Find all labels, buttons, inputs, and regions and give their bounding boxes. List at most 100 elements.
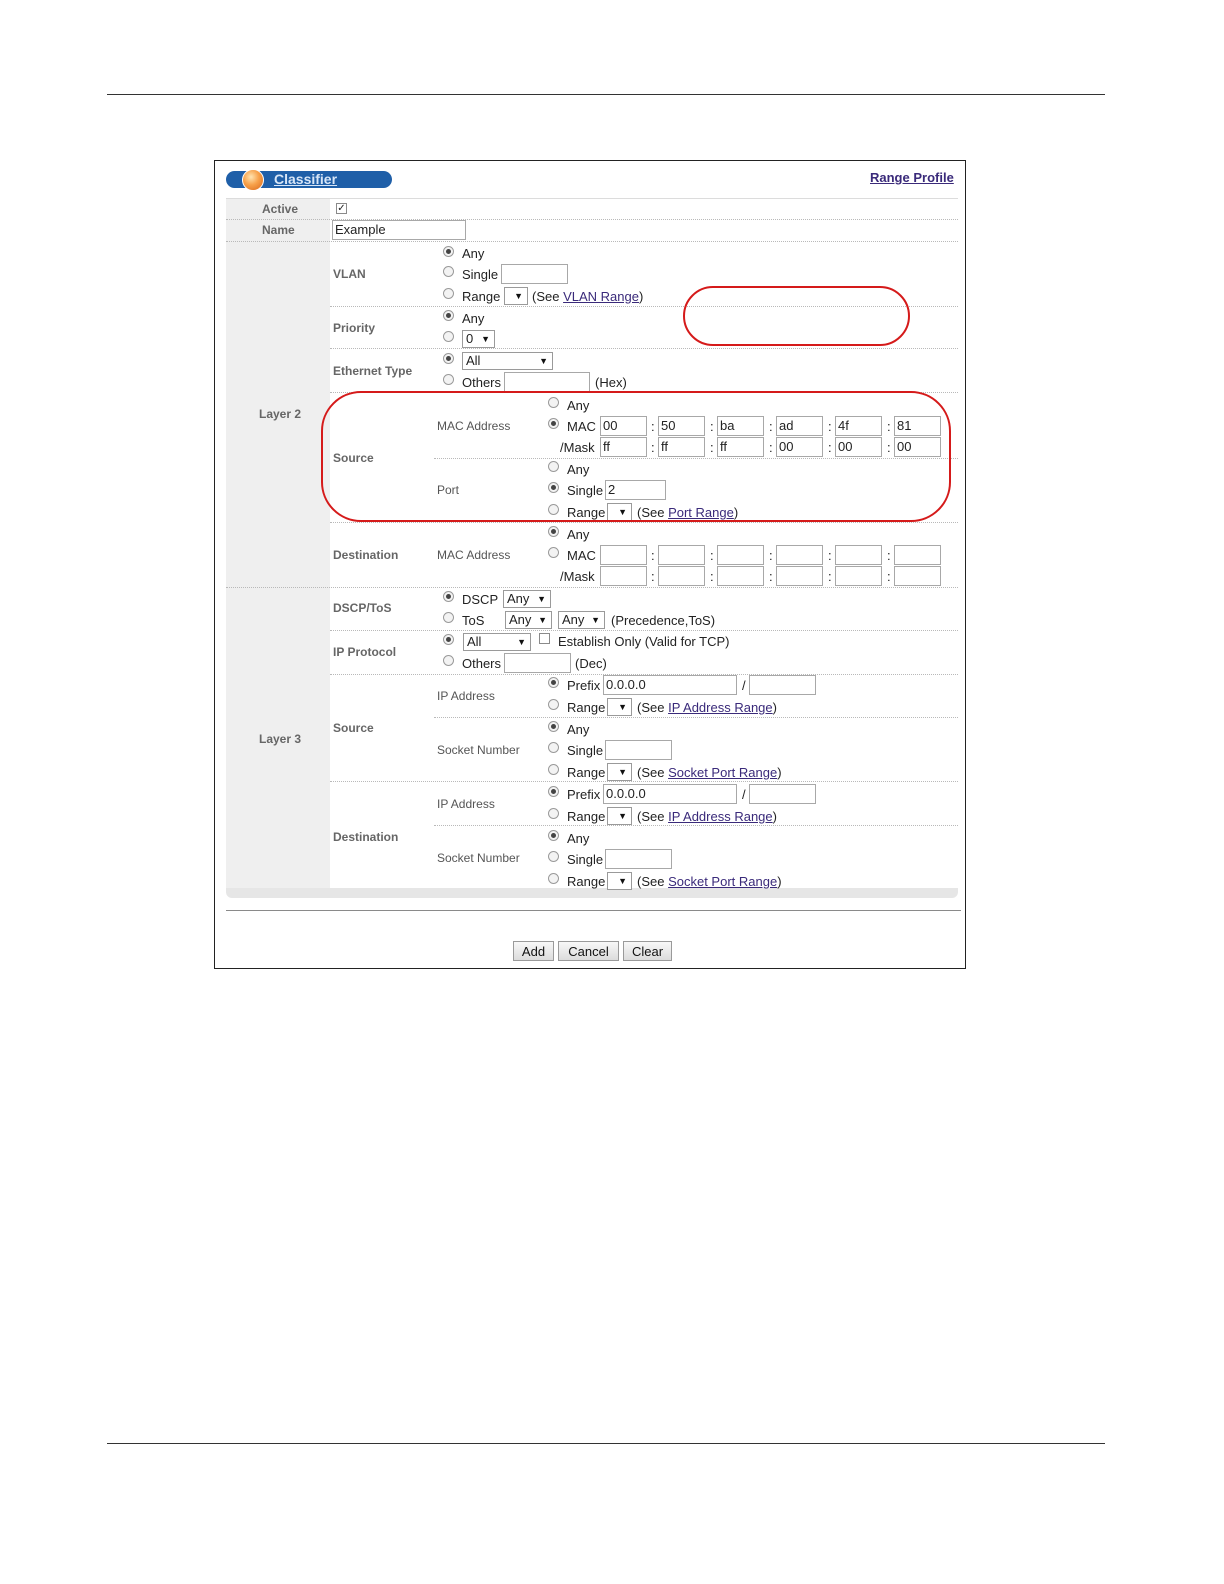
vlan-any-radio[interactable] [443, 246, 454, 257]
row-divider [434, 825, 958, 826]
chevron-down-icon: ▼ [517, 637, 526, 647]
ethertype-select-value: All [466, 353, 481, 368]
dst-mask-octet-2[interactable] [658, 566, 705, 586]
dst-mac-octet-5[interactable] [835, 545, 882, 565]
ethertype-others-label: Others [462, 375, 502, 390]
src-ip-prefix-label: Prefix [567, 678, 601, 693]
dscp-select[interactable]: Any ▼ [503, 590, 551, 608]
dst-mask-octet-5[interactable] [835, 566, 882, 586]
priority-value-radio[interactable] [443, 331, 454, 342]
row-divider [226, 587, 958, 588]
chevron-down-icon: ▼ [618, 876, 627, 886]
src-socket-range-select[interactable]: ▼ [607, 763, 632, 781]
clear-button[interactable]: Clear [623, 941, 672, 961]
src-ip-range-select[interactable]: ▼ [607, 698, 632, 716]
chevron-down-icon: ▼ [514, 291, 523, 301]
vlan-range-select[interactable]: ▼ [504, 287, 528, 305]
dst-mac-octet-3[interactable] [717, 545, 764, 565]
cancel-button[interactable]: Cancel [558, 941, 619, 961]
ethertype-others-radio[interactable] [443, 374, 454, 385]
l2-dest-mac-radio[interactable] [548, 547, 559, 558]
dst-mac-octet-4[interactable] [776, 545, 823, 565]
tos-radio[interactable] [443, 612, 454, 623]
dst-mask-octet-6[interactable] [894, 566, 941, 586]
dst-socket-single-input[interactable] [605, 849, 672, 869]
ethertype-others-input[interactable] [504, 372, 590, 392]
ip-protocol-others-input[interactable] [504, 653, 571, 673]
ethertype-all-radio[interactable] [443, 353, 454, 364]
row-divider [330, 781, 958, 782]
chevron-down-icon: ▼ [618, 767, 627, 777]
dst-ip-range-select[interactable]: ▼ [607, 807, 632, 825]
dst-mac-octet-1[interactable] [600, 545, 647, 565]
src-socket-any-radio[interactable] [548, 721, 559, 732]
name-label: Name [262, 223, 295, 237]
src-ip-mask-input[interactable] [749, 675, 816, 695]
dst-ip-mask-input[interactable] [749, 784, 816, 804]
l3-source-socket-label: Socket Number [437, 743, 520, 757]
dst-ip-address-range-link[interactable]: IP Address Range [668, 809, 773, 824]
vlan-single-input[interactable] [501, 264, 568, 284]
dscp-radio[interactable] [443, 591, 454, 602]
dst-mask-octet-4[interactable] [776, 566, 823, 586]
src-ip-address-range-link[interactable]: IP Address Range [668, 700, 773, 715]
ip-protocol-all-radio[interactable] [443, 634, 454, 645]
src-socket-port-range-link[interactable]: Socket Port Range [668, 765, 777, 780]
vlan-single-radio[interactable] [443, 266, 454, 277]
classifier-orb-icon [242, 169, 264, 191]
dst-ip-range-radio[interactable] [548, 808, 559, 819]
l2-dest-mac-any-label: Any [567, 527, 590, 542]
dst-mac-octet-6[interactable] [894, 545, 941, 565]
tos-precedence-select[interactable]: Any ▼ [505, 611, 552, 629]
ip-protocol-label: IP Protocol [333, 645, 397, 659]
ip-protocol-select[interactable]: All ▼ [463, 633, 531, 651]
dst-mask-octet-1[interactable] [600, 566, 647, 586]
establish-only-checkbox[interactable] [539, 633, 550, 644]
vlan-label: VLAN [333, 267, 366, 281]
ethertype-select[interactable]: All ▼ [462, 352, 553, 370]
src-ip-range-radio[interactable] [548, 699, 559, 710]
dst-socket-range-radio[interactable] [548, 873, 559, 884]
l2-dest-mask-text: /Mask [560, 569, 595, 584]
src-socket-range-radio[interactable] [548, 764, 559, 775]
dst-ip-prefix-radio[interactable] [548, 786, 559, 797]
dst-socket-range-select[interactable]: ▼ [607, 872, 632, 890]
mac-separator: : [710, 548, 714, 563]
src-ip-prefix-input[interactable]: 0.0.0.0 [603, 675, 737, 695]
add-button[interactable]: Add [513, 941, 554, 961]
vlan-single-label: Single [462, 267, 499, 282]
dst-mask-octet-3[interactable] [717, 566, 764, 586]
dst-ip-prefix-input[interactable]: 0.0.0.0 [603, 784, 737, 804]
chevron-down-icon: ▼ [539, 356, 548, 366]
dscp-select-value: Any [507, 591, 530, 606]
row-divider [330, 522, 958, 523]
tos-precedence-value: Any [509, 612, 532, 627]
ethertype-hex-note: (Hex) [595, 375, 627, 390]
dst-socket-any-radio[interactable] [548, 830, 559, 841]
vlan-range-link[interactable]: VLAN Range [563, 289, 639, 304]
priority-any-radio[interactable] [443, 310, 454, 321]
mac-separator: : [828, 548, 832, 563]
l2-destination-label: Destination [333, 548, 399, 562]
src-socket-single-input[interactable] [605, 740, 672, 760]
page-footer-rule [107, 1443, 1105, 1444]
row-divider [330, 348, 958, 349]
dscp-tos-label: DSCP/ToS [333, 601, 392, 615]
l2-dest-mac-any-radio[interactable] [548, 526, 559, 537]
dst-mac-octet-2[interactable] [658, 545, 705, 565]
priority-select-value: 0 [466, 331, 474, 346]
src-ip-prefix-radio[interactable] [548, 677, 559, 688]
vlan-range-radio[interactable] [443, 288, 454, 299]
range-profile-link[interactable]: Range Profile [870, 170, 954, 185]
ip-protocol-others-radio[interactable] [443, 655, 454, 666]
mask-separator: : [710, 569, 714, 584]
src-socket-single-radio[interactable] [548, 742, 559, 753]
name-input[interactable]: Example [332, 220, 466, 240]
priority-select[interactable]: 0 ▼ [462, 330, 495, 348]
dst-socket-single-radio[interactable] [548, 851, 559, 862]
active-checkbox[interactable]: ✓ [336, 203, 347, 214]
dst-socket-range-note: (See Socket Port Range) [637, 874, 782, 889]
tos-value-select[interactable]: Any ▼ [558, 611, 605, 629]
dst-socket-port-range-link[interactable]: Socket Port Range [668, 874, 777, 889]
dst-ip-range-note: (See IP Address Range) [637, 809, 777, 824]
